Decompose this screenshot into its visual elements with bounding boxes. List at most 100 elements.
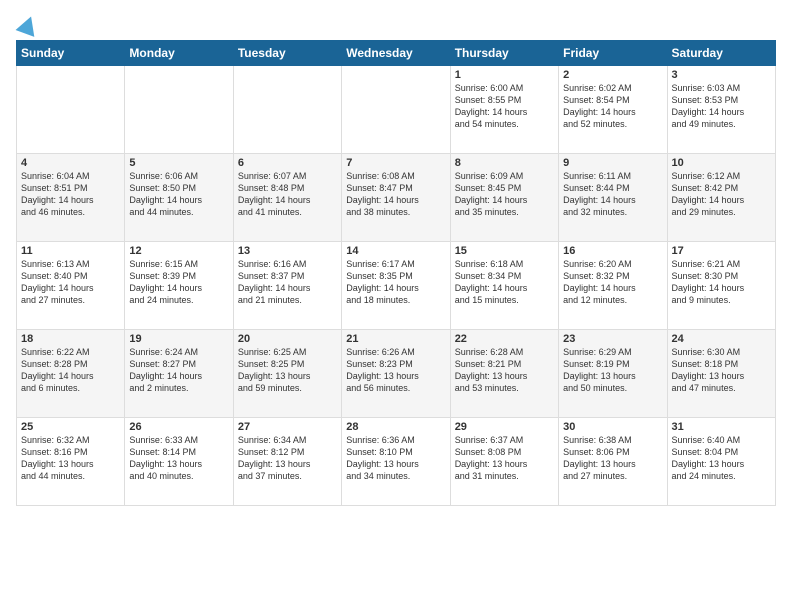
week-row-2: 4Sunrise: 6:04 AMSunset: 8:51 PMDaylight… — [17, 154, 776, 242]
day-number: 27 — [238, 421, 337, 433]
calendar-cell: 27Sunrise: 6:34 AMSunset: 8:12 PMDayligh… — [233, 418, 341, 506]
day-number: 14 — [346, 245, 445, 257]
calendar-cell: 3Sunrise: 6:03 AMSunset: 8:53 PMDaylight… — [667, 66, 775, 154]
calendar-cell: 7Sunrise: 6:08 AMSunset: 8:47 PMDaylight… — [342, 154, 450, 242]
day-number: 16 — [563, 245, 662, 257]
cell-info: Sunrise: 6:30 AMSunset: 8:18 PMDaylight:… — [672, 346, 771, 395]
page: SundayMondayTuesdayWednesdayThursdayFrid… — [0, 0, 792, 612]
calendar-cell: 9Sunrise: 6:11 AMSunset: 8:44 PMDaylight… — [559, 154, 667, 242]
calendar-cell: 25Sunrise: 6:32 AMSunset: 8:16 PMDayligh… — [17, 418, 125, 506]
day-header-wednesday: Wednesday — [342, 41, 450, 66]
cell-info: Sunrise: 6:34 AMSunset: 8:12 PMDaylight:… — [238, 434, 337, 483]
calendar-cell: 19Sunrise: 6:24 AMSunset: 8:27 PMDayligh… — [125, 330, 233, 418]
calendar-cell: 15Sunrise: 6:18 AMSunset: 8:34 PMDayligh… — [450, 242, 558, 330]
cell-info: Sunrise: 6:08 AMSunset: 8:47 PMDaylight:… — [346, 170, 445, 219]
calendar-cell — [342, 66, 450, 154]
calendar-cell: 12Sunrise: 6:15 AMSunset: 8:39 PMDayligh… — [125, 242, 233, 330]
cell-info: Sunrise: 6:37 AMSunset: 8:08 PMDaylight:… — [455, 434, 554, 483]
calendar-cell: 24Sunrise: 6:30 AMSunset: 8:18 PMDayligh… — [667, 330, 775, 418]
cell-info: Sunrise: 6:33 AMSunset: 8:14 PMDaylight:… — [129, 434, 228, 483]
day-header-tuesday: Tuesday — [233, 41, 341, 66]
calendar-cell: 26Sunrise: 6:33 AMSunset: 8:14 PMDayligh… — [125, 418, 233, 506]
cell-info: Sunrise: 6:00 AMSunset: 8:55 PMDaylight:… — [455, 82, 554, 131]
day-number: 5 — [129, 157, 228, 169]
calendar-cell: 29Sunrise: 6:37 AMSunset: 8:08 PMDayligh… — [450, 418, 558, 506]
logo-triangle-icon — [16, 13, 41, 37]
day-number: 21 — [346, 333, 445, 345]
day-number: 19 — [129, 333, 228, 345]
cell-info: Sunrise: 6:40 AMSunset: 8:04 PMDaylight:… — [672, 434, 771, 483]
calendar-cell: 17Sunrise: 6:21 AMSunset: 8:30 PMDayligh… — [667, 242, 775, 330]
day-number: 3 — [672, 69, 771, 81]
day-number: 30 — [563, 421, 662, 433]
cell-info: Sunrise: 6:32 AMSunset: 8:16 PMDaylight:… — [21, 434, 120, 483]
day-number: 9 — [563, 157, 662, 169]
cell-info: Sunrise: 6:02 AMSunset: 8:54 PMDaylight:… — [563, 82, 662, 131]
cell-info: Sunrise: 6:11 AMSunset: 8:44 PMDaylight:… — [563, 170, 662, 219]
calendar-cell — [17, 66, 125, 154]
day-header-row: SundayMondayTuesdayWednesdayThursdayFrid… — [17, 41, 776, 66]
calendar-cell: 22Sunrise: 6:28 AMSunset: 8:21 PMDayligh… — [450, 330, 558, 418]
cell-info: Sunrise: 6:36 AMSunset: 8:10 PMDaylight:… — [346, 434, 445, 483]
day-number: 6 — [238, 157, 337, 169]
week-row-5: 25Sunrise: 6:32 AMSunset: 8:16 PMDayligh… — [17, 418, 776, 506]
calendar-cell — [233, 66, 341, 154]
calendar-cell: 11Sunrise: 6:13 AMSunset: 8:40 PMDayligh… — [17, 242, 125, 330]
day-number: 12 — [129, 245, 228, 257]
day-number: 4 — [21, 157, 120, 169]
calendar-cell: 2Sunrise: 6:02 AMSunset: 8:54 PMDaylight… — [559, 66, 667, 154]
cell-info: Sunrise: 6:29 AMSunset: 8:19 PMDaylight:… — [563, 346, 662, 395]
day-number: 22 — [455, 333, 554, 345]
calendar-cell: 18Sunrise: 6:22 AMSunset: 8:28 PMDayligh… — [17, 330, 125, 418]
cell-info: Sunrise: 6:20 AMSunset: 8:32 PMDaylight:… — [563, 258, 662, 307]
week-row-4: 18Sunrise: 6:22 AMSunset: 8:28 PMDayligh… — [17, 330, 776, 418]
calendar-cell: 30Sunrise: 6:38 AMSunset: 8:06 PMDayligh… — [559, 418, 667, 506]
cell-info: Sunrise: 6:22 AMSunset: 8:28 PMDaylight:… — [21, 346, 120, 395]
cell-info: Sunrise: 6:28 AMSunset: 8:21 PMDaylight:… — [455, 346, 554, 395]
calendar-cell: 10Sunrise: 6:12 AMSunset: 8:42 PMDayligh… — [667, 154, 775, 242]
day-header-sunday: Sunday — [17, 41, 125, 66]
cell-info: Sunrise: 6:06 AMSunset: 8:50 PMDaylight:… — [129, 170, 228, 219]
calendar-cell: 4Sunrise: 6:04 AMSunset: 8:51 PMDaylight… — [17, 154, 125, 242]
cell-info: Sunrise: 6:25 AMSunset: 8:25 PMDaylight:… — [238, 346, 337, 395]
calendar-cell: 21Sunrise: 6:26 AMSunset: 8:23 PMDayligh… — [342, 330, 450, 418]
cell-info: Sunrise: 6:03 AMSunset: 8:53 PMDaylight:… — [672, 82, 771, 131]
cell-info: Sunrise: 6:18 AMSunset: 8:34 PMDaylight:… — [455, 258, 554, 307]
cell-info: Sunrise: 6:16 AMSunset: 8:37 PMDaylight:… — [238, 258, 337, 307]
day-number: 2 — [563, 69, 662, 81]
calendar-cell — [125, 66, 233, 154]
calendar-cell: 31Sunrise: 6:40 AMSunset: 8:04 PMDayligh… — [667, 418, 775, 506]
day-number: 26 — [129, 421, 228, 433]
calendar-cell: 6Sunrise: 6:07 AMSunset: 8:48 PMDaylight… — [233, 154, 341, 242]
day-number: 15 — [455, 245, 554, 257]
calendar-cell: 14Sunrise: 6:17 AMSunset: 8:35 PMDayligh… — [342, 242, 450, 330]
cell-info: Sunrise: 6:38 AMSunset: 8:06 PMDaylight:… — [563, 434, 662, 483]
day-number: 7 — [346, 157, 445, 169]
day-header-saturday: Saturday — [667, 41, 775, 66]
header — [16, 16, 776, 30]
cell-info: Sunrise: 6:13 AMSunset: 8:40 PMDaylight:… — [21, 258, 120, 307]
day-number: 24 — [672, 333, 771, 345]
calendar-cell: 1Sunrise: 6:00 AMSunset: 8:55 PMDaylight… — [450, 66, 558, 154]
day-number: 28 — [346, 421, 445, 433]
day-number: 11 — [21, 245, 120, 257]
logo — [16, 16, 38, 30]
day-number: 29 — [455, 421, 554, 433]
day-number: 10 — [672, 157, 771, 169]
calendar-table: SundayMondayTuesdayWednesdayThursdayFrid… — [16, 40, 776, 506]
cell-info: Sunrise: 6:21 AMSunset: 8:30 PMDaylight:… — [672, 258, 771, 307]
day-number: 31 — [672, 421, 771, 433]
week-row-1: 1Sunrise: 6:00 AMSunset: 8:55 PMDaylight… — [17, 66, 776, 154]
day-number: 17 — [672, 245, 771, 257]
calendar-cell: 8Sunrise: 6:09 AMSunset: 8:45 PMDaylight… — [450, 154, 558, 242]
cell-info: Sunrise: 6:09 AMSunset: 8:45 PMDaylight:… — [455, 170, 554, 219]
day-number: 13 — [238, 245, 337, 257]
day-number: 1 — [455, 69, 554, 81]
cell-info: Sunrise: 6:15 AMSunset: 8:39 PMDaylight:… — [129, 258, 228, 307]
day-number: 23 — [563, 333, 662, 345]
calendar-cell: 23Sunrise: 6:29 AMSunset: 8:19 PMDayligh… — [559, 330, 667, 418]
calendar-cell: 28Sunrise: 6:36 AMSunset: 8:10 PMDayligh… — [342, 418, 450, 506]
day-header-thursday: Thursday — [450, 41, 558, 66]
cell-info: Sunrise: 6:24 AMSunset: 8:27 PMDaylight:… — [129, 346, 228, 395]
cell-info: Sunrise: 6:17 AMSunset: 8:35 PMDaylight:… — [346, 258, 445, 307]
